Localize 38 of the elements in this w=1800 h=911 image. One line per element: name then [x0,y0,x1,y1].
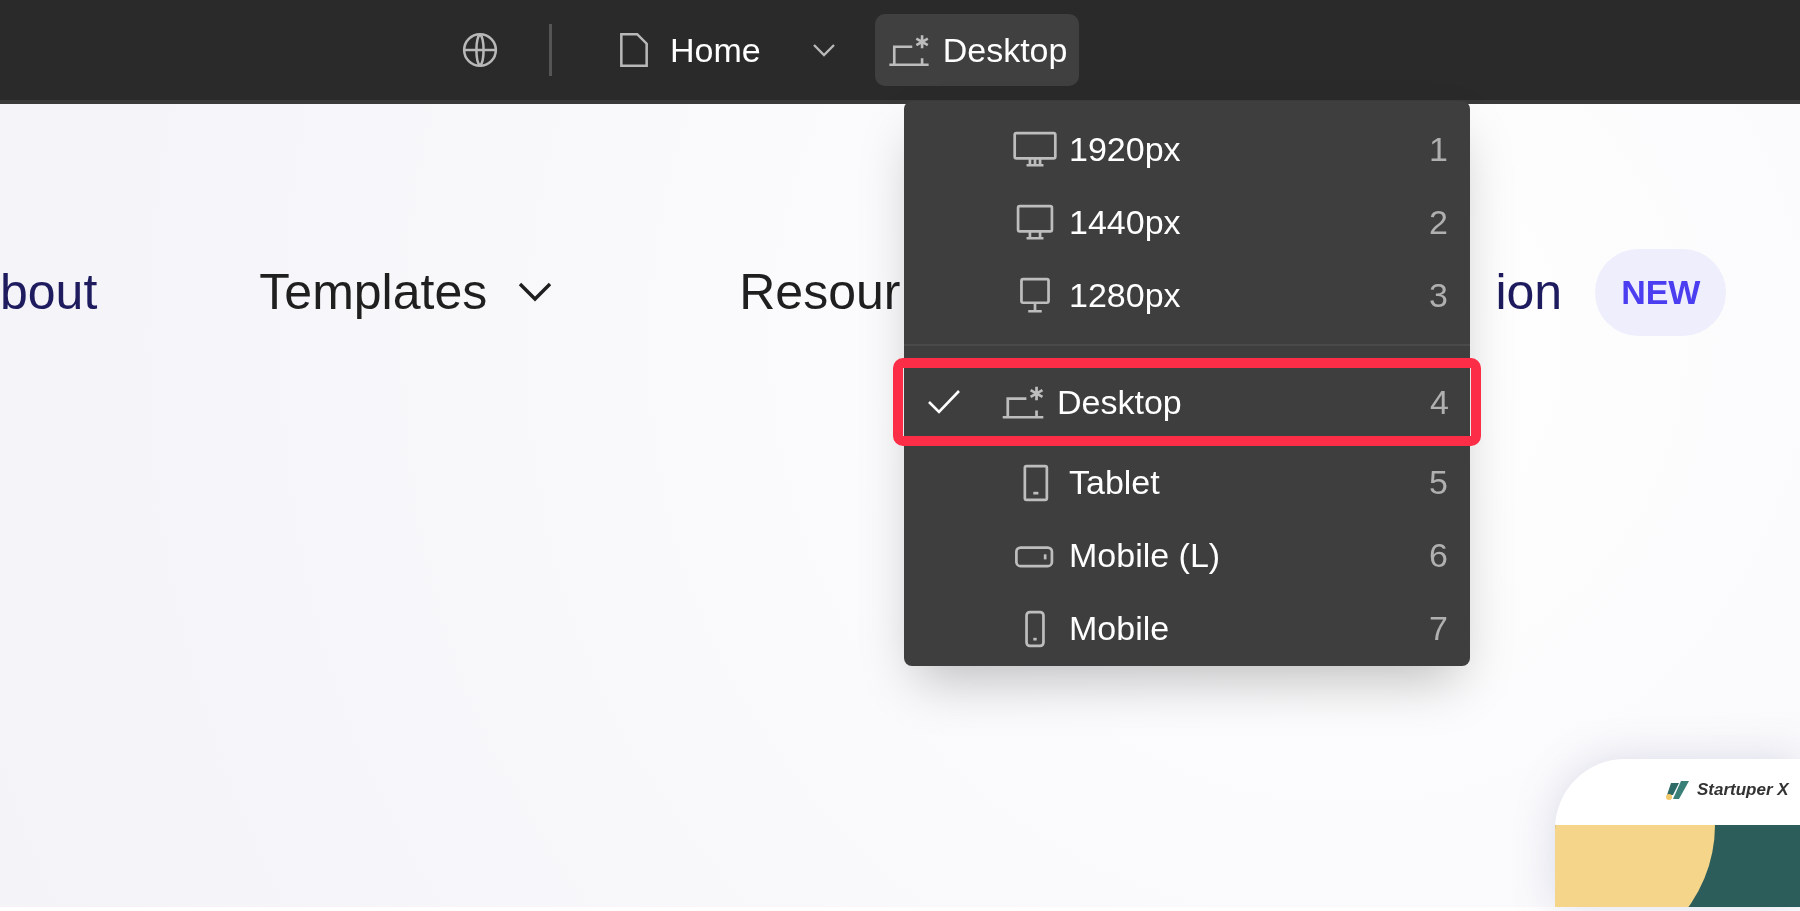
checkmark-icon [927,389,961,415]
nav-link[interactable]: bout [0,254,98,330]
breakpoint-button[interactable]: Desktop [874,14,1080,86]
option-label: Desktop [1057,381,1183,423]
shortcut-key: 3 [1429,270,1448,321]
nav-link[interactable]: Resour [739,254,901,330]
new-badge: NEW [1595,248,1727,336]
file-icon [618,31,650,69]
logo-icon [1665,778,1691,801]
option-label: Mobile (L) [1069,535,1222,576]
breakpoint-option[interactable]: 1440px 2 [904,186,1470,259]
chevron-down-icon [810,42,837,58]
shortcut-key: 7 [1429,603,1448,654]
nav-link[interactable]: ion [1495,254,1563,330]
breakpoint-option[interactable]: Desktop 4 [893,358,1481,446]
option-label: 1280px [1069,275,1182,316]
monitor-icon [1013,130,1057,169]
option-label: Mobile [1069,608,1171,649]
shortcut-key: 5 [1429,457,1448,508]
shortcut-key: 4 [1430,376,1449,428]
option-label: Tablet [1069,462,1161,503]
breakpoint-option[interactable]: Tablet 5 [904,446,1470,519]
shortcut-key: 6 [1429,530,1448,581]
laptop-icon [886,32,931,68]
globe-icon[interactable] [461,31,499,69]
breakpoint-option[interactable]: Mobile (L) 6 [904,519,1470,592]
brand-name: Startuper X [1697,779,1789,801]
chevron-down-icon [517,281,554,303]
shortcut-key: 1 [1429,124,1448,175]
breakpoint-option[interactable]: 1920px 1 [904,113,1470,186]
nav-link[interactable]: Templates [259,254,554,330]
page-selector[interactable]: Home [618,24,837,76]
breakpoint-option[interactable]: 1280px 3 [904,259,1470,332]
option-label: 1920px [1069,129,1182,170]
page-name: Home [670,29,761,71]
option-label: 1440px [1069,202,1182,243]
shortcut-key: 2 [1429,197,1448,248]
breakpoint-option[interactable]: Mobile 7 [904,592,1470,665]
